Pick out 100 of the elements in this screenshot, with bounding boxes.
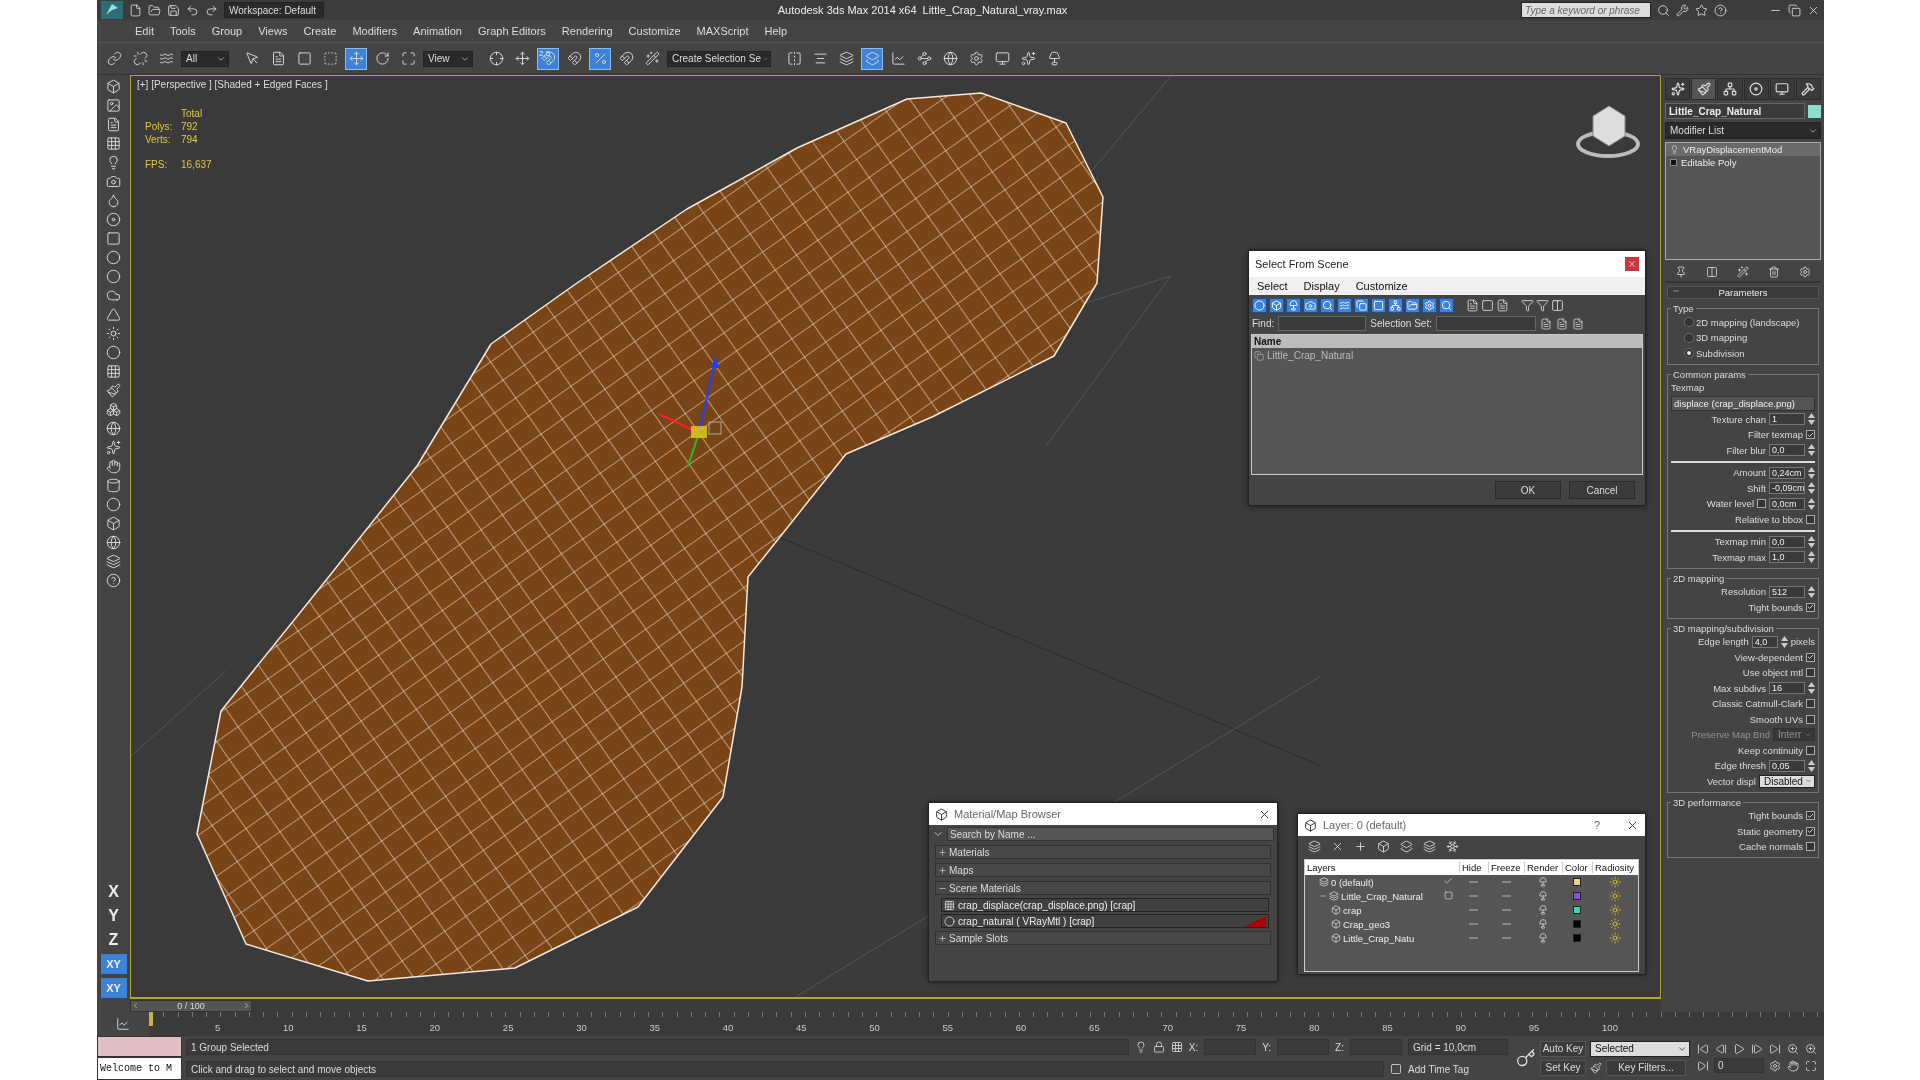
time-slider-thumb[interactable]: 0 / 100: [130, 999, 252, 1012]
column-header[interactable]: Hide: [1459, 862, 1488, 873]
axis-constraint-button[interactable]: X: [100, 882, 127, 902]
menu-item[interactable]: Select: [1257, 280, 1288, 292]
help-button[interactable]: ?: [1593, 819, 1600, 831]
viewport-label[interactable]: [+] [Perspective ] [Shaded + Edged Faces ]: [137, 79, 328, 90]
column-header[interactable]: Freeze: [1488, 862, 1524, 873]
search-field[interactable]: Type a keyword or phrase: [1521, 2, 1651, 18]
frame-number: 10: [283, 1022, 294, 1033]
app-title: Autodesk 3ds Max 2014 x64: [777, 4, 917, 16]
spinner-field[interactable]: 0,05: [1769, 759, 1805, 772]
timeline-ruler[interactable]: 5 10 15 20 25 30 35 40 45 50 55 60 65 70 75 80 85 90 95 100: [149, 1012, 1824, 1036]
radio-option[interactable]: Subdivision: [1671, 346, 1815, 361]
spinner-field[interactable]: 1: [1769, 413, 1805, 426]
layer-row[interactable]: Crap_geo3: [1305, 917, 1638, 931]
frame-number: 25: [502, 1022, 514, 1033]
spinner-field[interactable]: 512: [1769, 585, 1805, 598]
frame-number: 55: [942, 1022, 954, 1033]
menu-item[interactable]: Group: [203, 25, 251, 37]
modifier-stack-item[interactable]: VRayDisplacementMod: [1666, 143, 1820, 156]
layer-row[interactable]: Little_Crap_Natu: [1305, 931, 1638, 945]
spinner-field[interactable]: 0,0: [1769, 535, 1805, 548]
workspace-dropdown[interactable]: Workspace: Default: [224, 2, 324, 18]
modifier-stack-item[interactable]: Editable Poly: [1666, 156, 1820, 169]
radio-option[interactable]: 3D mapping: [1671, 330, 1815, 345]
section-header[interactable]: Materials: [935, 845, 1271, 859]
menu-item[interactable]: Graph Editors: [469, 25, 554, 37]
column-header[interactable]: Render: [1524, 862, 1562, 873]
key-mode-dropdown[interactable]: Selected: [1590, 1040, 1690, 1057]
spinner-field[interactable]: -0,09cm: [1769, 482, 1805, 495]
section-header[interactable]: Sample Slots: [935, 931, 1271, 945]
spinner-field[interactable]: 0,24cm: [1769, 466, 1805, 479]
spinner-label: Amount: [1733, 467, 1766, 479]
menu-item[interactable]: Create: [295, 25, 345, 37]
radio-option[interactable]: 2D mapping (landscape): [1671, 315, 1815, 330]
menu-item[interactable]: Tools: [161, 25, 204, 37]
reference-coordinate-dropdown[interactable]: View: [423, 50, 473, 67]
spinner-field[interactable]: 1,0: [1769, 551, 1805, 564]
checkbox-label: Use object mtl: [1742, 667, 1803, 679]
auto-key-button[interactable]: Auto Key: [1540, 1040, 1586, 1057]
unit-label: pixels: [1790, 636, 1815, 648]
checkbox-label: Cache normals: [1739, 841, 1803, 853]
frame-number: 15: [356, 1022, 367, 1033]
layer-row[interactable]: crap: [1305, 903, 1638, 917]
snaps-toggle-button[interactable]: 2.5: [537, 47, 559, 70]
search-field[interactable]: Search by Name ...: [947, 827, 1274, 841]
object-row[interactable]: Little_Crap_Natural: [1252, 348, 1642, 363]
modifier-list-dropdown[interactable]: Modifier List: [1665, 122, 1821, 139]
menu-item[interactable]: Rendering: [553, 25, 621, 37]
selection-filter-dropdown[interactable]: All: [181, 50, 229, 67]
spinner-field[interactable]: 16: [1769, 682, 1805, 695]
layer-name: 0 (default): [1331, 876, 1374, 888]
frame-field[interactable]: 0: [1714, 1058, 1764, 1073]
dropdown[interactable]: Disabled: [1759, 774, 1815, 788]
menu-item[interactable]: Views: [250, 25, 296, 37]
menu-item[interactable]: Edit: [127, 25, 162, 37]
key-filters-button[interactable]: Key Filters...: [1606, 1059, 1686, 1076]
axis-constraint-button[interactable]: Z: [100, 930, 127, 950]
menu-item[interactable]: Animation: [405, 25, 470, 37]
dialog-button[interactable]: Cancel: [1569, 481, 1635, 499]
frame-number: 60: [1015, 1022, 1027, 1033]
dialog-button[interactable]: OK: [1495, 481, 1561, 499]
column-header[interactable]: Name: [1252, 335, 1642, 348]
section-header[interactable]: Maps: [935, 863, 1271, 877]
set-key-button[interactable]: Set Key: [1540, 1059, 1586, 1076]
frame-number: 90: [1455, 1022, 1467, 1033]
spinner-field[interactable]: 0,0: [1769, 444, 1805, 457]
layer-row[interactable]: 0 (default): [1305, 875, 1638, 889]
axis-constraint-button[interactable]: Y: [100, 906, 127, 926]
stats-header: Total: [181, 108, 204, 119]
menu-item[interactable]: Help: [756, 25, 796, 37]
spinner-field[interactable]: 4,0: [1751, 635, 1778, 648]
object-name-field[interactable]: Little_Crap_Natural: [1665, 103, 1805, 119]
menu-item[interactable]: Display: [1303, 280, 1340, 292]
frame-number: 85: [1382, 1022, 1393, 1033]
column-header[interactable]: Color: [1562, 862, 1592, 873]
layer-name: Little_Crap_Natural: [1341, 890, 1423, 902]
grid-size: Grid = 10,0cm: [1408, 1039, 1508, 1055]
texmap-button[interactable]: displace (crap_displace.png): [1671, 396, 1815, 411]
group-title: 3D mapping/subdivision: [1672, 622, 1775, 634]
menu-item[interactable]: Customize: [620, 25, 689, 37]
spinner-field[interactable]: 0,0cm: [1769, 497, 1805, 510]
menu-item[interactable]: MAXScript: [688, 25, 757, 37]
menu-item[interactable]: Customize: [1355, 280, 1408, 292]
map-item[interactable]: crap_displace(crap_displace.png) [crap]: [941, 898, 1269, 912]
material-item[interactable]: crap_natural ( VRayMtl ) [crap]: [941, 914, 1269, 928]
frame-number: 80: [1308, 1022, 1320, 1033]
frame-number: 35: [649, 1022, 660, 1033]
section-header[interactable]: Scene Materials: [935, 881, 1271, 895]
selection-set-dropdown[interactable]: Create Selection Se: [667, 50, 771, 67]
fps-label: FPS:: [145, 159, 169, 170]
rollout-header[interactable]: Parameters: [1667, 286, 1819, 299]
frame-number: 75: [1235, 1022, 1247, 1033]
column-header[interactable]: Layers: [1305, 862, 1437, 873]
menu-item[interactable]: Modifiers: [344, 25, 406, 37]
layer-row[interactable]: Little_Crap_Natural: [1305, 889, 1638, 903]
maxscript-field[interactable]: Welcome to M: [97, 1057, 182, 1080]
column-header[interactable]: Radiosity: [1592, 862, 1638, 873]
panel-title: Material/Map Browser: [954, 808, 1061, 820]
add-time-tag[interactable]: Add Time Tag: [1408, 1063, 1508, 1075]
